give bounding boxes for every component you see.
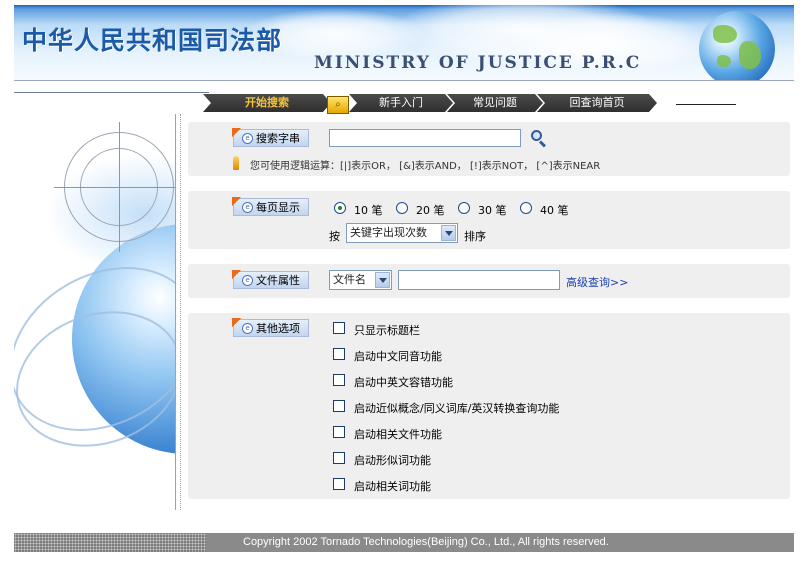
file-attribute-panel: e 文件属性 文件名 高级查询>> bbox=[188, 264, 790, 298]
checkbox-related-words-label: 启动相关词功能 bbox=[354, 480, 431, 493]
search-input[interactable] bbox=[329, 129, 521, 147]
radio-40-label: 40 笔 bbox=[540, 204, 569, 217]
tab-faq[interactable]: 常见问题 bbox=[447, 94, 543, 112]
footer-pattern bbox=[14, 533, 206, 552]
search-string-tag: e 搜索字串 bbox=[232, 128, 309, 147]
radio-20[interactable] bbox=[396, 202, 408, 214]
flag-icon bbox=[232, 128, 241, 137]
copyright-text: Copyright 2002 Tornado Technologies(Beij… bbox=[243, 536, 609, 548]
circle-e-icon: e bbox=[242, 133, 253, 144]
checkbox-related-words[interactable] bbox=[333, 478, 345, 490]
checkbox-title-only-label: 只显示标题栏 bbox=[354, 324, 420, 337]
other-options-tag: e 其他选项 bbox=[232, 318, 309, 337]
advanced-search-link[interactable]: 高级查询>> bbox=[566, 274, 628, 290]
crosshair-line bbox=[54, 187, 176, 188]
per-page-tag: e 每页显示 bbox=[232, 197, 309, 216]
other-options-panel: e 其他选项 只显示标题栏 启动中文同音功能 启动中英文容错功能 启动近似概念/… bbox=[188, 313, 790, 499]
search-string-label: 搜索字串 bbox=[256, 132, 300, 145]
file-attribute-input[interactable] bbox=[398, 270, 560, 290]
top-nav: 开始搜索 ⌕ 新手入门 常见问题 回查询首页 bbox=[203, 94, 683, 114]
tab-beginner-guide[interactable]: 新手入门 bbox=[349, 94, 453, 112]
circle-e-icon: e bbox=[242, 275, 253, 286]
search-icon[interactable] bbox=[530, 129, 548, 148]
site-title-cn: 中华人民共和国司法部 bbox=[22, 26, 283, 55]
checkbox-title-only[interactable] bbox=[333, 322, 345, 334]
tab-start-search[interactable]: 开始搜索 bbox=[203, 94, 331, 112]
chevron-down-icon bbox=[375, 272, 390, 288]
header-divider bbox=[676, 104, 736, 105]
sort-select-value: 关键字出现次数 bbox=[350, 226, 427, 239]
radio-30[interactable] bbox=[458, 202, 470, 214]
radio-30-label: 30 笔 bbox=[478, 204, 507, 217]
chevron-down-icon bbox=[441, 225, 456, 241]
checkbox-related-files[interactable] bbox=[333, 426, 345, 438]
checkbox-related-files-label: 启动相关文件功能 bbox=[354, 428, 442, 441]
flag-icon bbox=[232, 197, 241, 206]
magnifier-badge-icon: ⌕ bbox=[327, 96, 349, 114]
checkbox-fault-tolerance[interactable] bbox=[333, 374, 345, 386]
sort-suffix: 排序 bbox=[464, 230, 486, 243]
per-page-panel: e 每页显示 10 笔 20 笔 30 笔 40 笔 按 关键字出现次数 排序 bbox=[188, 191, 790, 249]
checkbox-similar-shape[interactable] bbox=[333, 452, 345, 464]
flag-icon bbox=[232, 318, 241, 327]
checkbox-similar-shape-label: 启动形似词功能 bbox=[354, 454, 431, 467]
radio-10-label: 10 笔 bbox=[354, 204, 383, 217]
left-divider bbox=[175, 114, 181, 510]
header-banner: 中华人民共和国司法部 MINISTRY OF JUSTICE P.R.C bbox=[14, 5, 794, 80]
crosshair-line bbox=[119, 122, 120, 252]
other-options-label: 其他选项 bbox=[256, 322, 300, 335]
circle-e-icon: e bbox=[242, 202, 253, 213]
footer-bar: Copyright 2002 Tornado Technologies(Beij… bbox=[14, 533, 794, 552]
radio-10[interactable] bbox=[334, 202, 346, 214]
per-page-label: 每页显示 bbox=[256, 201, 300, 214]
sort-select[interactable]: 关键字出现次数 bbox=[346, 223, 458, 243]
circle-e-icon: e bbox=[242, 323, 253, 334]
file-attribute-select-value: 文件名 bbox=[333, 273, 366, 286]
tab-search-home[interactable]: 回查询首页 bbox=[537, 94, 657, 112]
checkbox-homophone[interactable] bbox=[333, 348, 345, 360]
checkbox-fault-tolerance-label: 启动中英文容错功能 bbox=[354, 376, 453, 389]
sort-prefix: 按 bbox=[329, 230, 340, 243]
left-decoration bbox=[14, 114, 176, 510]
header-divider bbox=[14, 80, 794, 81]
checkbox-synonym[interactable] bbox=[333, 400, 345, 412]
globe-logo-icon bbox=[699, 11, 775, 80]
radio-40[interactable] bbox=[520, 202, 532, 214]
checkbox-homophone-label: 启动中文同音功能 bbox=[354, 350, 442, 363]
file-attribute-select[interactable]: 文件名 bbox=[329, 270, 392, 290]
hint-bulb-icon bbox=[233, 156, 239, 170]
header-divider bbox=[14, 92, 209, 93]
file-attribute-label: 文件属性 bbox=[256, 274, 300, 287]
file-attribute-tag: e 文件属性 bbox=[232, 270, 309, 289]
logic-operator-hint: 您可使用逻辑运算：[|]表示OR， [&]表示AND， [!]表示NOT， [^… bbox=[250, 161, 601, 172]
search-panel: e 搜索字串 您可使用逻辑运算：[|]表示OR， [&]表示AND， [!]表示… bbox=[188, 122, 790, 176]
site-title-en: MINISTRY OF JUSTICE P.R.C bbox=[314, 53, 642, 73]
radio-20-label: 20 笔 bbox=[416, 204, 445, 217]
flag-icon bbox=[232, 270, 241, 279]
checkbox-synonym-label: 启动近似概念/同义词库/英汉转换查询功能 bbox=[354, 402, 560, 415]
